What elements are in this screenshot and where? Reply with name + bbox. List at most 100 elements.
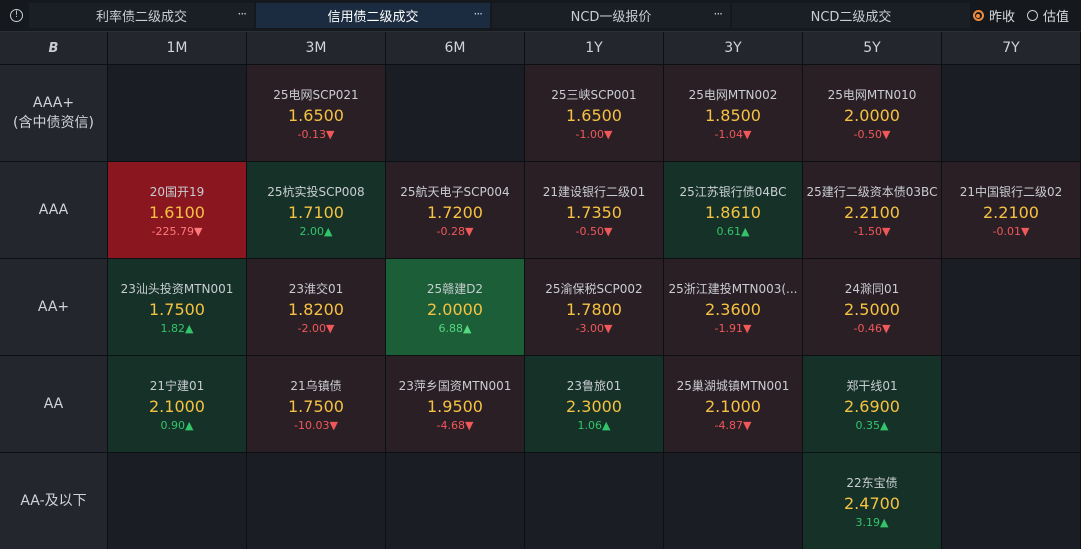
yield-rate: 1.7200 (427, 202, 483, 222)
bond-quote-cell[interactable]: 22东宝债 2.4700 3.19▲ (803, 453, 941, 549)
bp-change: 1.82▲ (160, 321, 194, 335)
tab-rate-bond-secondary[interactable]: 利率债二级成交 ··· (29, 3, 254, 28)
row-label-line: AA (43, 396, 64, 412)
bond-name: 郑干线01 (846, 378, 898, 393)
bond-name: 23淮交01 (288, 281, 344, 296)
bp-change: 2.00▲ (299, 224, 333, 238)
bond-quote-cell[interactable]: 25航天电子SCP004 1.7200 -0.28▼ (386, 162, 524, 258)
bond-quote-cell[interactable]: 25电网MTN002 1.8500 -1.04▼ (664, 65, 802, 161)
bond-quote-cell[interactable]: 25巢湖城镇MTN001 2.1000 -4.87▼ (664, 356, 802, 452)
bp-change: -0.13▼ (297, 127, 335, 141)
row-label: AAA (0, 162, 107, 258)
bond-quote-cell[interactable]: 25江苏银行债04BC 1.8610 0.61▲ (664, 162, 802, 258)
more-options-icon[interactable]: ··· (474, 7, 484, 21)
bond-quote-cell[interactable]: 21建设银行二级01 1.7350 -0.50▼ (525, 162, 663, 258)
row-label: AA (0, 356, 107, 452)
tab-ncd-secondary[interactable]: NCD二级成交 (732, 3, 970, 28)
price-basis-radio-group: 昨收 估值 (961, 0, 1069, 31)
bond-name: 25赣建D2 (426, 281, 484, 296)
empty-cell (942, 453, 1080, 549)
tab-label: NCD一级报价 (570, 10, 652, 25)
bond-name: 21宁建01 (149, 378, 205, 393)
empty-cell (942, 65, 1080, 161)
empty-cell (525, 453, 663, 549)
bond-name: 25杭实投SCP008 (267, 184, 365, 199)
bond-quote-cell[interactable]: 25赣建D2 2.0000 6.88▲ (386, 259, 524, 355)
yield-rate: 2.0000 (844, 105, 900, 125)
empty-cell (247, 453, 385, 549)
yield-rate: 1.6500 (566, 105, 622, 125)
rating-tenor-matrix: B 1M 3M 6M 1Y 3Y 5Y 7Y AAA+ (含中债资信) 25电网SC… (0, 32, 1081, 549)
bp-change: 0.35▲ (855, 418, 889, 432)
bond-quote-cell[interactable]: 郑干线01 2.6900 0.35▲ (803, 356, 941, 452)
yield-rate: 2.0000 (427, 299, 483, 319)
radio-selected-icon (972, 10, 984, 21)
bond-quote-cell[interactable]: 25杭实投SCP008 1.7100 2.00▲ (247, 162, 385, 258)
column-header-1m: 1M (108, 32, 246, 64)
bond-name: 25江苏银行债04BC (679, 184, 787, 199)
bp-change: -1.04▼ (714, 127, 752, 141)
radio-unselected-icon (1026, 10, 1038, 21)
yield-rate: 1.6100 (149, 202, 205, 222)
yield-rate: 2.3600 (705, 299, 761, 319)
bp-change: -2.00▼ (297, 321, 335, 335)
radio-prev-close[interactable]: 昨收 (972, 6, 1015, 25)
yield-rate: 1.7500 (149, 299, 205, 319)
yield-rate: 1.9500 (427, 396, 483, 416)
bond-quote-cell[interactable]: 25三峡SCP001 1.6500 -1.00▼ (525, 65, 663, 161)
bond-name: 21建设银行二级01 (542, 184, 646, 199)
bp-change: -4.87▼ (714, 418, 752, 432)
bp-change: -0.50▼ (575, 224, 613, 238)
bond-quote-cell[interactable]: 23淮交01 1.8200 -2.00▼ (247, 259, 385, 355)
yield-rate: 2.6900 (844, 396, 900, 416)
row-label: AA-及以下 (0, 453, 107, 549)
tab-ncd-primary-quote[interactable]: NCD一级报价 ··· (492, 3, 730, 28)
empty-cell (942, 259, 1080, 355)
bond-quote-cell[interactable]: 21乌镇债 1.7500 -10.03▼ (247, 356, 385, 452)
tab-credit-bond-secondary[interactable]: 信用债二级成交 ··· (256, 3, 490, 28)
bond-quote-cell[interactable]: 23鲁旅01 2.3000 1.06▲ (525, 356, 663, 452)
yield-rate: 1.6500 (288, 105, 344, 125)
column-header-6m: 6M (386, 32, 524, 64)
bp-change: -0.01▼ (992, 224, 1030, 238)
info-icon[interactable]: ! (10, 9, 23, 22)
empty-cell (108, 453, 246, 549)
bond-quote-cell[interactable]: 25电网SCP021 1.6500 -0.13▼ (247, 65, 385, 161)
bond-name: 25渝保税SCP002 (545, 281, 643, 296)
bond-name: 22东宝债 (846, 475, 898, 490)
bond-quote-cell[interactable]: 23汕头投资MTN001 1.7500 1.82▲ (108, 259, 246, 355)
bond-quote-cell[interactable]: 25建行二级资本债03BC 2.2100 -1.50▼ (803, 162, 941, 258)
bond-name: 25电网SCP021 (273, 87, 359, 102)
row-label-line: AAA (38, 202, 69, 218)
yield-rate: 2.3000 (566, 396, 622, 416)
empty-cell (108, 65, 246, 161)
bond-name: 25建行二级资本债03BC (806, 184, 938, 199)
yield-rate: 2.1000 (705, 396, 761, 416)
row-label-line: AA+ (37, 299, 70, 315)
yield-rate: 1.8500 (705, 105, 761, 125)
radio-valuation[interactable]: 估值 (1026, 6, 1069, 25)
empty-cell (386, 453, 524, 549)
bond-quote-cell[interactable]: 25电网MTN010 2.0000 -0.50▼ (803, 65, 941, 161)
bond-quote-cell[interactable]: 25渝保税SCP002 1.7800 -3.00▼ (525, 259, 663, 355)
bond-quote-cell[interactable]: 21中国银行二级02 2.2100 -0.01▼ (942, 162, 1080, 258)
bond-quote-cell[interactable]: 24滁同01 2.5000 -0.46▼ (803, 259, 941, 355)
empty-cell (664, 453, 802, 549)
bond-quote-cell[interactable]: 20国开19 1.6100 -225.79▼ (108, 162, 246, 258)
bond-quote-cell[interactable]: 23萍乡国资MTN001 1.9500 -4.68▼ (386, 356, 524, 452)
more-options-icon[interactable]: ··· (238, 7, 248, 21)
yield-rate: 1.8200 (288, 299, 344, 319)
more-options-icon[interactable]: ··· (714, 7, 724, 21)
yield-rate: 2.2100 (844, 202, 900, 222)
bond-quote-cell[interactable]: 25浙江建投MTN003(... 2.3600 -1.91▼ (664, 259, 802, 355)
yield-rate: 2.2100 (983, 202, 1039, 222)
column-header-3y: 3Y (664, 32, 802, 64)
row-label-line: AA-及以下 (20, 493, 87, 509)
bond-name: 23汕头投资MTN001 (120, 281, 234, 296)
bp-change: 3.19▲ (855, 515, 889, 529)
row-label-line: AAA+ (32, 95, 75, 111)
yield-rate: 1.7100 (288, 202, 344, 222)
bond-name: 23鲁旅01 (566, 378, 622, 393)
tab-label: 利率债二级成交 (95, 10, 187, 25)
bond-quote-cell[interactable]: 21宁建01 2.1000 0.90▲ (108, 356, 246, 452)
